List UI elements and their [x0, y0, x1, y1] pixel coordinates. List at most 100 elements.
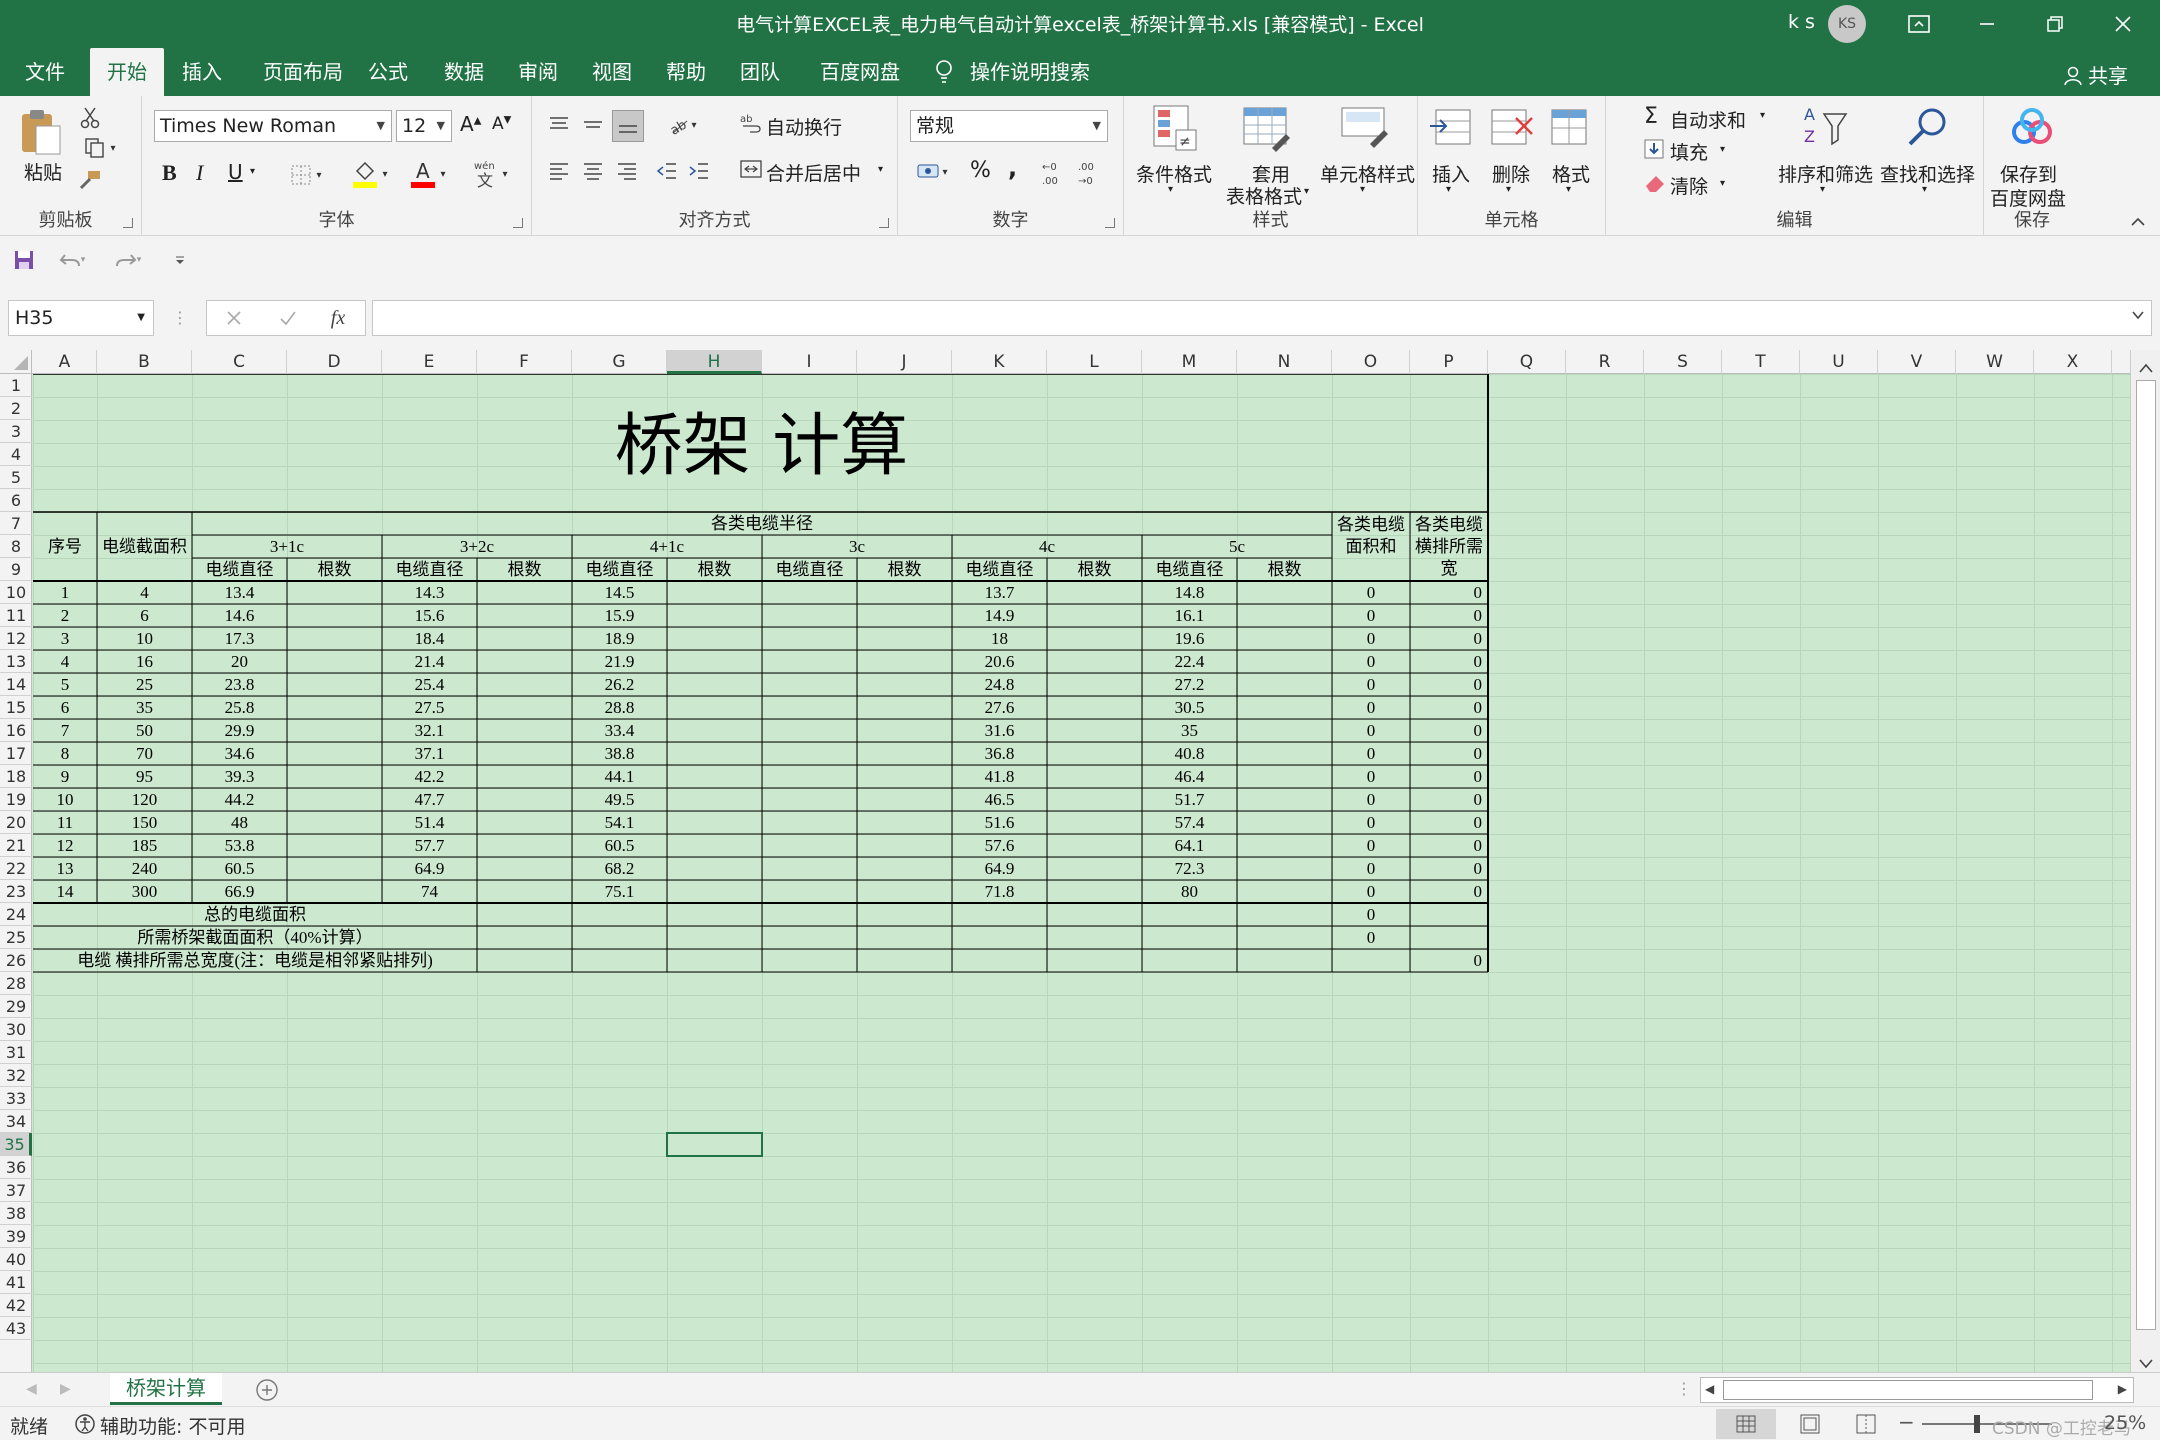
cell-section[interactable]: 240 — [97, 857, 192, 880]
row-header-17[interactable]: 17 — [0, 742, 32, 765]
cell-section[interactable]: 4 — [97, 581, 192, 604]
cell-area-sum[interactable]: 0 — [1332, 604, 1410, 627]
cell-dia-3p1[interactable]: 14.6 — [192, 604, 287, 627]
cell-area-sum[interactable]: 0 — [1332, 765, 1410, 788]
header-count[interactable]: 根数 — [1047, 558, 1142, 581]
cell-dia-3p1[interactable]: 13.4 — [192, 581, 287, 604]
cell-width-sum[interactable]: 0 — [1410, 581, 1488, 604]
cell-dia-4p1[interactable]: 28.8 — [572, 696, 667, 719]
cell-area-sum[interactable]: 0 — [1332, 696, 1410, 719]
header-seq[interactable]: 序号 — [33, 512, 97, 581]
cell-dia-5c[interactable]: 64.1 — [1142, 834, 1237, 857]
cell-dia-4p1[interactable]: 18.9 — [572, 627, 667, 650]
cut-icon[interactable] — [78, 106, 102, 130]
column-header-T[interactable]: T — [1722, 350, 1800, 374]
column-header-X[interactable]: X — [2034, 350, 2112, 374]
row-header-8[interactable]: 8 — [0, 535, 32, 558]
cell-dia-5c[interactable]: 19.6 — [1142, 627, 1237, 650]
cell-area-sum[interactable]: 0 — [1332, 788, 1410, 811]
column-header-U[interactable]: U — [1800, 350, 1878, 374]
cell-dia-3p1[interactable]: 60.5 — [192, 857, 287, 880]
horizontal-scrollbar[interactable]: ◀ ▶ — [1700, 1377, 2134, 1403]
cell-dia-4c[interactable]: 71.8 — [952, 880, 1047, 903]
row-header-38[interactable]: 38 — [0, 1202, 32, 1225]
cell-dia-3p1[interactable]: 44.2 — [192, 788, 287, 811]
tab-data[interactable]: 数据 — [434, 48, 494, 96]
font-size-select[interactable]: 12 ▼ — [396, 110, 452, 142]
row-header-31[interactable]: 31 — [0, 1041, 32, 1064]
customize-qat-icon[interactable] — [170, 248, 190, 272]
add-sheet-icon[interactable] — [254, 1377, 280, 1407]
total-area-value[interactable]: 0 — [1332, 903, 1410, 926]
cell-dia-4p1[interactable]: 75.1 — [572, 880, 667, 903]
column-header-N[interactable]: N — [1237, 350, 1332, 374]
total-area-label[interactable]: 总的电缆面积 — [33, 903, 477, 926]
row-header-43[interactable]: 43 — [0, 1317, 32, 1340]
column-header-O[interactable]: O — [1332, 350, 1410, 374]
cell-dia-3p1[interactable]: 17.3 — [192, 627, 287, 650]
cell-section[interactable]: 120 — [97, 788, 192, 811]
align-right-icon[interactable] — [614, 158, 640, 184]
comma-button[interactable]: , — [1008, 154, 1017, 182]
cancel-formula-icon[interactable] — [221, 305, 247, 331]
cell-dia-5c[interactable]: 57.4 — [1142, 811, 1237, 834]
cell-dia-3p2[interactable]: 47.7 — [382, 788, 477, 811]
cell-seq[interactable]: 3 — [33, 627, 97, 650]
bold-button[interactable]: B — [162, 160, 177, 186]
column-header-M[interactable]: M — [1142, 350, 1237, 374]
column-header-I[interactable]: I — [762, 350, 857, 374]
alignment-launcher-icon[interactable] — [879, 218, 889, 228]
tab-help[interactable]: 帮助 — [656, 48, 716, 96]
header-section[interactable]: 电缆截面积 — [97, 512, 192, 581]
cell-dia-4p1[interactable]: 68.2 — [572, 857, 667, 880]
page-layout-view-icon[interactable] — [1790, 1409, 1830, 1439]
cell-width-sum[interactable]: 0 — [1410, 788, 1488, 811]
zoom-out-icon[interactable]: − — [1898, 1410, 1915, 1434]
row-header-6[interactable]: 6 — [0, 489, 32, 512]
cell-dia-3p2[interactable]: 57.7 — [382, 834, 477, 857]
merge-center-button[interactable]: 合并后居中 ▾ — [740, 158, 890, 188]
cell-section[interactable]: 16 — [97, 650, 192, 673]
decrease-decimal-icon[interactable]: .00 →0 — [1074, 158, 1106, 188]
cell-dia-4c[interactable]: 51.6 — [952, 811, 1047, 834]
accessibility-status[interactable]: 辅助功能: 不可用 — [100, 1412, 245, 1439]
cell-area-sum[interactable]: 0 — [1332, 834, 1410, 857]
header-diameter[interactable]: 电缆直径 — [382, 558, 477, 581]
column-header-H[interactable]: H — [667, 350, 762, 374]
tell-me-search[interactable]: 操作说明搜索 — [970, 48, 1090, 96]
cell-area-sum[interactable]: 0 — [1332, 673, 1410, 696]
cell-seq[interactable]: 6 — [33, 696, 97, 719]
cell-section[interactable]: 10 — [97, 627, 192, 650]
cell-dia-4p1[interactable]: 60.5 — [572, 834, 667, 857]
tab-baidu[interactable]: 百度网盘 — [810, 48, 910, 96]
cell-dia-3p1[interactable]: 23.8 — [192, 673, 287, 696]
header-group[interactable]: 5c — [1142, 535, 1332, 558]
select-all-button[interactable] — [0, 350, 32, 374]
prev-sheet-icon[interactable]: ◀ — [26, 1381, 37, 1397]
cell-dia-3p2[interactable]: 74 — [382, 880, 477, 903]
wrap-text-button[interactable]: ab 自动换行 — [740, 112, 860, 142]
cell-dia-4c[interactable]: 57.6 — [952, 834, 1047, 857]
font-color-icon[interactable]: A ▾ — [406, 158, 450, 190]
zoom-level[interactable]: 25% — [2104, 1412, 2146, 1434]
row-header-15[interactable]: 15 — [0, 696, 32, 719]
cell-width-sum[interactable]: 0 — [1410, 673, 1488, 696]
column-header-V[interactable]: V — [1878, 350, 1956, 374]
percent-button[interactable]: % — [970, 158, 991, 183]
minimize-icon[interactable] — [1954, 0, 2020, 48]
cell-dia-5c[interactable]: 16.1 — [1142, 604, 1237, 627]
formula-input[interactable] — [372, 300, 2152, 336]
row-header-22[interactable]: 22 — [0, 857, 32, 880]
cell-dia-4c[interactable]: 46.5 — [952, 788, 1047, 811]
column-header-S[interactable]: S — [1644, 350, 1722, 374]
cell-dia-4p1[interactable]: 44.1 — [572, 765, 667, 788]
cell-seq[interactable]: 2 — [33, 604, 97, 627]
save-icon[interactable] — [12, 248, 36, 272]
cell-dia-3p2[interactable]: 42.2 — [382, 765, 477, 788]
format-painter-icon[interactable] — [78, 168, 102, 192]
align-top-icon[interactable] — [546, 112, 572, 138]
cell-dia-4c[interactable]: 64.9 — [952, 857, 1047, 880]
row-header-2[interactable]: 2 — [0, 397, 32, 420]
autosum-button[interactable]: Σ 自动求和 ▾ — [1644, 104, 1784, 132]
tab-formulas[interactable]: 公式 — [360, 48, 416, 96]
